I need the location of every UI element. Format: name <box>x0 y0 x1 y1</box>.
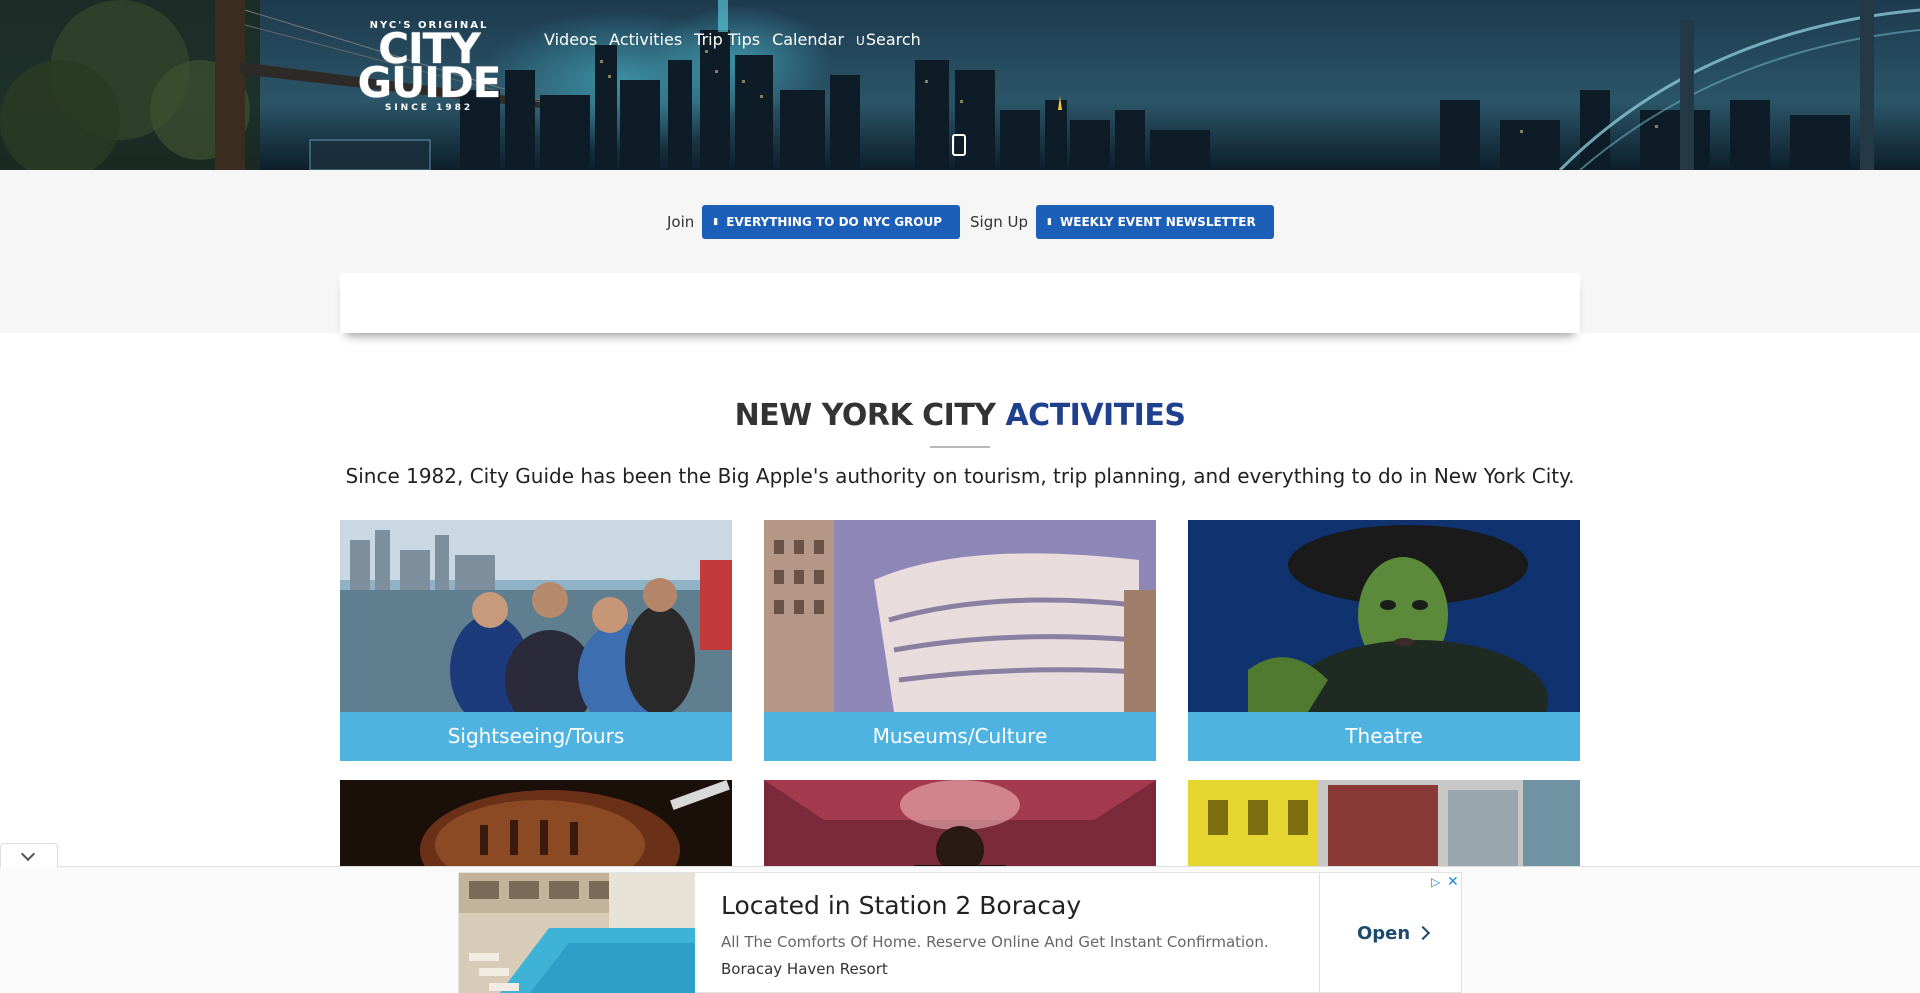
main-nav: Videos Activities Trip Tips Calendar USe… <box>544 30 933 51</box>
envelope-icon: ▮ <box>1047 217 1052 227</box>
nav-videos[interactable]: Videos <box>544 30 597 51</box>
nav-calendar[interactable]: Calendar <box>772 30 844 51</box>
logo-word-guide: GUIDE <box>357 58 502 107</box>
ad-collapse-button[interactable] <box>0 843 58 867</box>
ad-headline[interactable]: Located in Station 2 Boracay <box>721 891 1081 920</box>
card-music[interactable] <box>764 780 1156 875</box>
nav-activities[interactable]: Activities <box>609 30 682 51</box>
card-caption: Theatre <box>1188 712 1580 761</box>
site-logo[interactable]: NYC'S ORIGINAL CITY GUIDE SINCE 1982 <box>340 20 518 116</box>
title-divider <box>930 446 990 448</box>
nav-search-label: Search <box>865 30 921 49</box>
ad-placeholder <box>340 273 1580 333</box>
card-neighborhoods[interactable] <box>1188 780 1580 875</box>
music-photo <box>764 780 1156 875</box>
facebook-group-button-label: EVERYTHING TO DO NYC GROUP <box>726 215 943 229</box>
ad-divider <box>1319 873 1320 993</box>
signup-label: Sign Up <box>970 213 1029 231</box>
dining-photo <box>340 780 732 875</box>
sightseeing-photo <box>340 520 732 712</box>
museums-photo <box>764 520 1156 712</box>
ad-open-label: Open <box>1357 923 1411 944</box>
ad-advertiser: Boracay Haven Resort <box>721 960 888 978</box>
section-intro: Since 1982, City Guide has been the Big … <box>345 464 1575 488</box>
nav-search[interactable]: USearch <box>856 30 921 51</box>
card-caption: Museums/Culture <box>764 712 1156 761</box>
scroll-down-icon[interactable] <box>952 134 966 156</box>
ad-thumbnail <box>459 873 695 993</box>
card-museums-culture[interactable]: Museums/Culture <box>764 520 1156 761</box>
card-caption: Sightseeing/Tours <box>340 712 732 761</box>
card-dining[interactable] <box>340 780 732 875</box>
card-theatre[interactable]: Theatre <box>1188 520 1580 761</box>
section-title-accent: ACTIVITIES <box>1005 398 1186 433</box>
section-title: NEW YORK CITY ACTIVITIES <box>0 398 1920 433</box>
close-icon[interactable]: ✕ <box>1447 873 1459 890</box>
facebook-icon: ▮ <box>713 217 719 227</box>
adchoices-icon[interactable]: ▷ <box>1431 875 1440 889</box>
nav-trip-tips[interactable]: Trip Tips <box>694 30 760 51</box>
section-title-plain: NEW YORK CITY <box>734 398 996 433</box>
newsletter-button[interactable]: ▮ WEEKLY EVENT NEWSLETTER <box>1036 205 1274 239</box>
neighborhoods-photo <box>1188 780 1580 875</box>
chevron-down-icon <box>20 846 36 862</box>
ad-description: All The Comforts Of Home. Reserve Online… <box>721 933 1269 951</box>
bottom-ad[interactable]: Located in Station 2 Boracay All The Com… <box>458 872 1462 993</box>
theatre-photo <box>1188 520 1580 712</box>
search-icon: U <box>856 34 865 48</box>
facebook-group-button[interactable]: ▮ EVERYTHING TO DO NYC GROUP <box>702 205 961 239</box>
join-row: Join ▮ EVERYTHING TO DO NYC GROUP Sign Up… <box>667 205 1284 239</box>
card-sightseeing-tours[interactable]: Sightseeing/Tours <box>340 520 732 761</box>
join-label: Join <box>667 213 695 231</box>
ad-open-button[interactable]: Open <box>1357 923 1431 944</box>
hero-banner: NYC'S ORIGINAL CITY GUIDE SINCE 1982 Vid… <box>0 0 1920 170</box>
chevron-right-icon <box>1416 925 1431 941</box>
newsletter-button-label: WEEKLY EVENT NEWSLETTER <box>1060 215 1256 229</box>
